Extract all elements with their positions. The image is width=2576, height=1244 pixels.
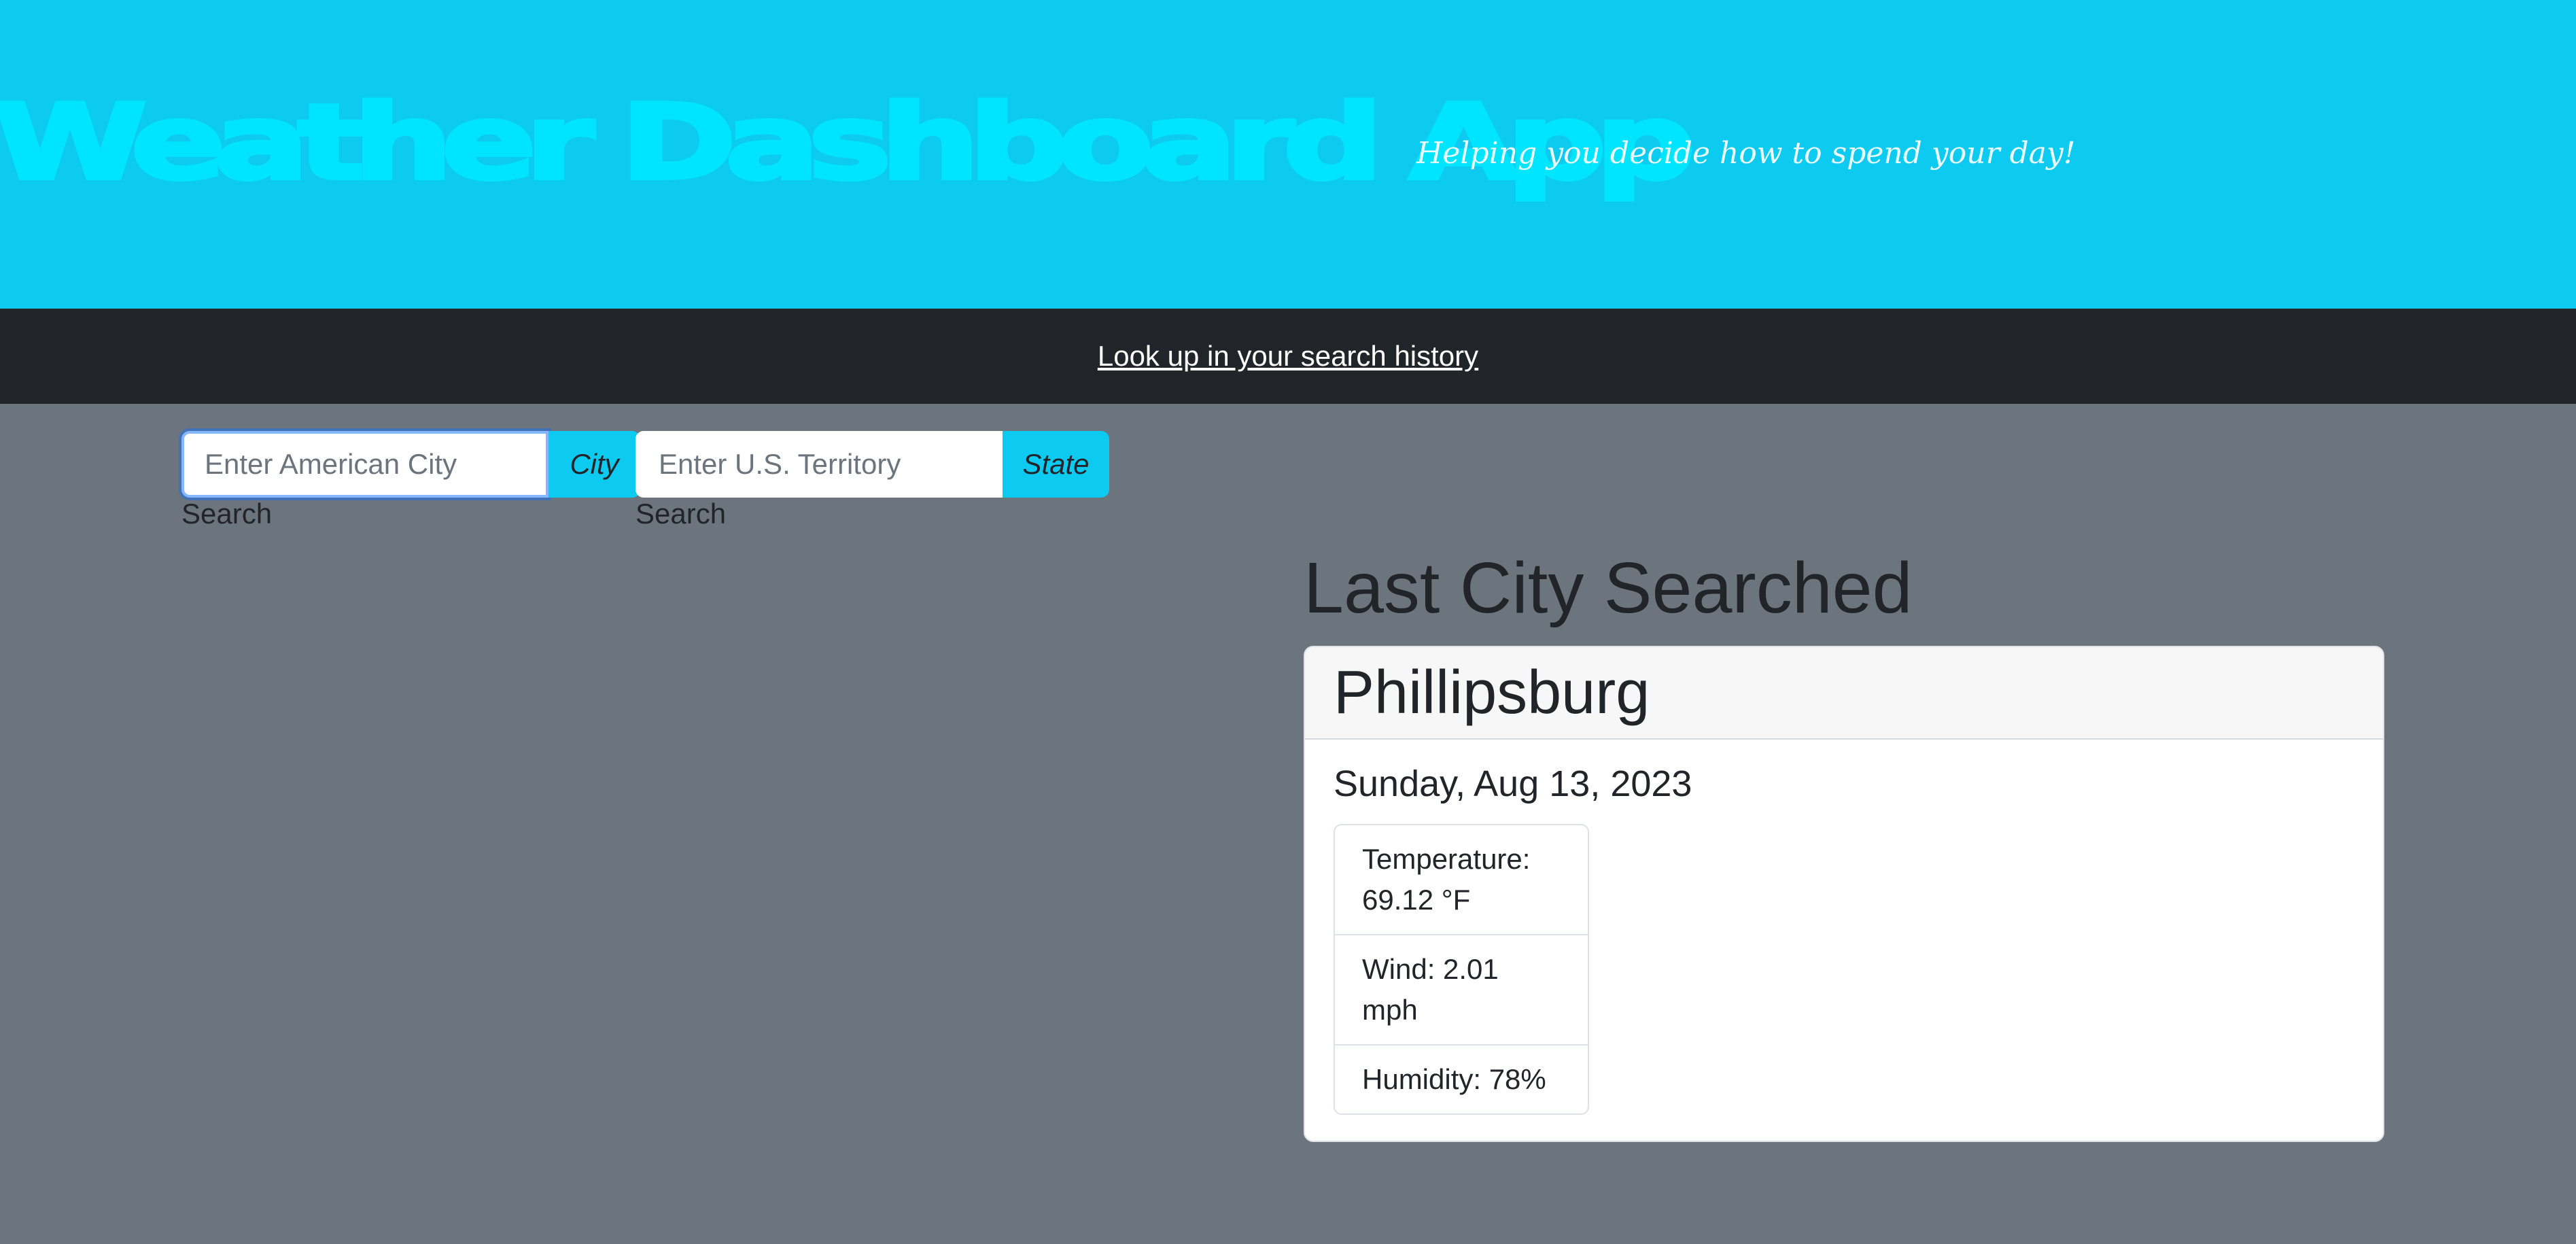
state-search-label: Search [636,498,727,530]
search-history-link[interactable]: Look up in your search history [1098,340,1478,373]
humidity-stat: Humidity: 78% [1335,1044,1588,1113]
temperature-stat: Temperature: 69.12 °F [1362,843,1531,916]
navbar: Look up in your search history [0,309,2576,404]
state-search-group: State [636,431,1109,498]
last-city-heading: Last City Searched [1304,548,1913,628]
city-search-group: City [181,431,640,498]
city-name: Phillipsburg [1334,658,1650,727]
app-header: Weather Dashboard App Helping you decide… [0,0,2576,309]
city-weather-card: Phillipsburg Sunday, Aug 13, 2023 Temper… [1304,646,2384,1142]
wind-stat: Wind: 2.01 mph [1335,934,1588,1044]
state-search-input[interactable] [636,431,1003,498]
card-header: Phillipsburg [1305,647,2383,740]
city-search-button[interactable]: City [549,431,640,498]
state-search-button[interactable]: State [1003,431,1109,498]
city-search-label: Search [181,498,273,530]
city-search-input[interactable] [181,431,549,498]
app-tagline: Helping you decide how to spend your day… [1416,136,2076,171]
forecast-date: Sunday, Aug 13, 2023 [1334,763,1692,804]
weather-stats-list: Temperature: 69.12 °F Wind: 2.01 mph Hum… [1334,824,1589,1115]
